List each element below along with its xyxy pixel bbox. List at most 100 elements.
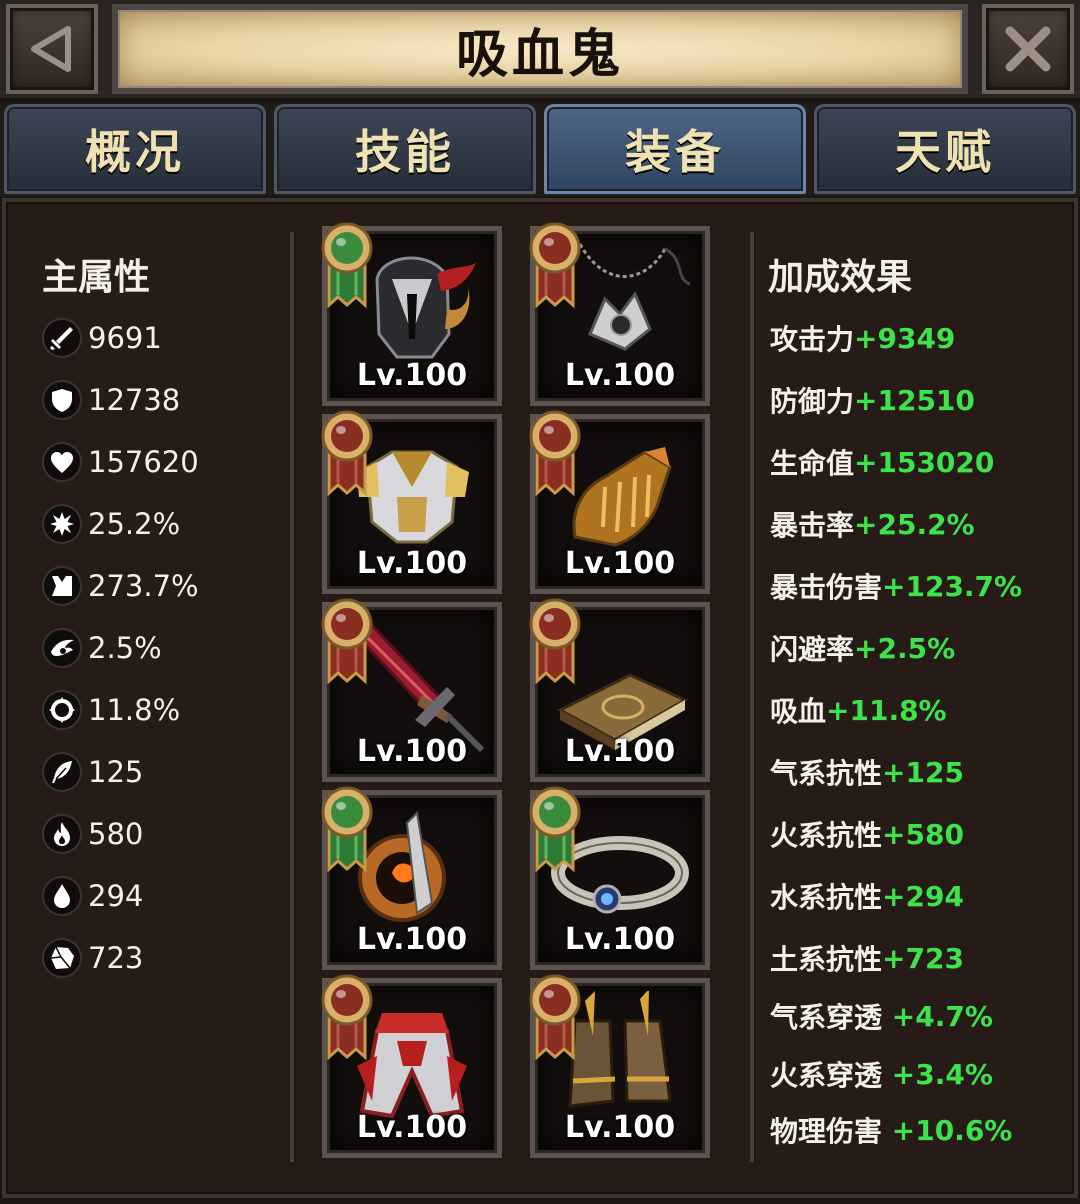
level-label: Lv.100 <box>356 358 468 393</box>
bonus-row: 物理伤害 +10.6% <box>770 1108 1012 1152</box>
bonus-value: +125 <box>882 755 964 789</box>
equipment-slot-boots[interactable]: Lv.100 <box>529 974 710 1158</box>
stat-row-crit-damage: 273.7% <box>42 564 199 608</box>
bonus-row: 火系抗性 +580 <box>770 812 964 856</box>
stat-value: 9691 <box>88 321 162 355</box>
feather-icon <box>42 752 82 792</box>
bonus-label: 生命值 <box>770 447 855 480</box>
stat-value: 2.5% <box>88 631 162 665</box>
rarity-medal-icon <box>529 786 581 873</box>
level-label: Lv.100 <box>564 1110 676 1145</box>
bonus-row: 暴击伤害 +123.7% <box>770 564 1022 608</box>
bonus-label: 水系抗性 <box>770 881 883 914</box>
bonus-label: 暴击伤害 <box>770 571 883 604</box>
close-x-icon <box>1005 26 1051 72</box>
bonus-row: 暴击率 +25.2% <box>770 502 975 546</box>
bonus-row: 火系穿透 +3.4% <box>770 1052 993 1096</box>
stat-value: 157620 <box>88 445 199 479</box>
equipment-slot-armor[interactable]: Lv.100 <box>321 410 502 594</box>
stat-value: 11.8% <box>88 693 181 727</box>
stat-value: 25.2% <box>88 507 181 541</box>
bonus-label: 火系抗性 <box>770 819 883 852</box>
bonus-label: 防御力 <box>770 385 855 418</box>
rarity-medal-icon <box>321 598 373 685</box>
bonus-row: 攻击力 +9349 <box>770 316 955 360</box>
equipment-slot-ring[interactable]: Lv.100 <box>321 786 502 970</box>
stat-row-air-resist: 125 <box>42 750 143 794</box>
divider-right <box>750 232 754 1162</box>
close-button[interactable] <box>982 4 1074 94</box>
rock-icon <box>42 938 82 978</box>
bonus-value: +4.7% <box>891 999 993 1033</box>
bonus-row: 土系抗性 +723 <box>770 936 964 980</box>
page-title: 吸血鬼 <box>455 24 624 85</box>
tab-overview[interactable]: 概况 <box>4 104 266 194</box>
bonus-label: 闪避率 <box>770 633 855 666</box>
main-stats-title: 主属性 <box>42 257 151 298</box>
equipment-slot-helmet[interactable]: Lv.100 <box>321 222 502 406</box>
tab-label: 天赋 <box>895 125 995 179</box>
tab-label: 装备 <box>625 125 725 179</box>
crit-damage-icon <box>42 566 82 606</box>
stat-value: 723 <box>88 941 144 975</box>
bonus-label: 吸血 <box>770 695 827 728</box>
tab-talents[interactable]: 天赋 <box>814 104 1076 194</box>
level-label: Lv.100 <box>356 1110 468 1145</box>
equipment-slot-sword[interactable]: Lv.100 <box>321 598 502 782</box>
rarity-medal-icon <box>321 786 373 873</box>
equipment-slot-necklace[interactable]: Lv.100 <box>529 222 710 406</box>
stat-value: 125 <box>88 755 144 789</box>
bonus-row: 气系抗性 +125 <box>770 750 964 794</box>
shield-icon <box>42 380 82 420</box>
equipment-slot-belt[interactable]: Lv.100 <box>529 786 710 970</box>
bonus-title: 加成效果 <box>768 257 913 298</box>
water-drop-icon <box>42 876 82 916</box>
stat-value: 294 <box>88 879 144 913</box>
stat-value: 12738 <box>88 383 181 417</box>
header-bar: 吸血鬼 <box>0 0 1080 98</box>
rarity-medal-icon <box>321 410 373 497</box>
bonus-value: +2.5% <box>854 631 956 665</box>
bonus-value: +580 <box>882 817 964 851</box>
stat-row-fire-resist: 580 <box>42 812 143 856</box>
stat-row-earth-resist: 723 <box>42 936 143 980</box>
fire-icon <box>42 814 82 854</box>
stat-row-lifesteal: 11.8% <box>42 688 180 732</box>
bonus-label: 气系穿透 <box>770 1001 892 1034</box>
stat-value: 580 <box>88 817 144 851</box>
equipment-slot-leg-armor[interactable]: Lv.100 <box>321 974 502 1158</box>
level-label: Lv.100 <box>356 546 468 581</box>
bonus-value: +723 <box>882 941 964 975</box>
level-label: Lv.100 <box>564 358 676 393</box>
heart-icon <box>42 442 82 482</box>
bonus-value: +12510 <box>854 383 975 417</box>
bonus-label: 暴击率 <box>770 509 855 542</box>
equipment-panel: 主属性 9691 12738 157620 25.2% 273.7% 2.5% <box>2 198 1078 1198</box>
stat-row-attack: 9691 <box>42 316 162 360</box>
rarity-medal-icon <box>529 974 581 1061</box>
rarity-medal-icon <box>529 598 581 685</box>
level-label: Lv.100 <box>356 734 468 769</box>
bonus-label: 物理伤害 <box>770 1115 892 1148</box>
level-label: Lv.100 <box>564 922 676 957</box>
stat-row-defense: 12738 <box>42 378 180 422</box>
stat-row-crit-rate: 25.2% <box>42 502 180 546</box>
stat-row-dodge: 2.5% <box>42 626 162 670</box>
bonus-value: +153020 <box>854 445 995 479</box>
bonus-value: +294 <box>882 879 964 913</box>
tab-equipment[interactable]: 装备 <box>544 104 806 194</box>
level-label: Lv.100 <box>356 922 468 957</box>
equipment-slot-tome[interactable]: Lv.100 <box>529 598 710 782</box>
bonus-label: 土系抗性 <box>770 943 883 976</box>
stat-value: 273.7% <box>88 569 199 603</box>
back-button[interactable] <box>6 4 98 94</box>
bonus-row: 吸血 +11.8% <box>770 688 947 732</box>
equipment-slot-gloves[interactable]: Lv.100 <box>529 410 710 594</box>
level-label: Lv.100 <box>564 546 676 581</box>
bonus-value: +3.4% <box>891 1057 993 1091</box>
bonus-label: 气系抗性 <box>770 757 883 790</box>
tab-skills[interactable]: 技能 <box>274 104 536 194</box>
title-banner: 吸血鬼 <box>112 4 968 94</box>
wing-dodge-icon <box>42 628 82 668</box>
bonus-row: 气系穿透 +4.7% <box>770 994 993 1038</box>
